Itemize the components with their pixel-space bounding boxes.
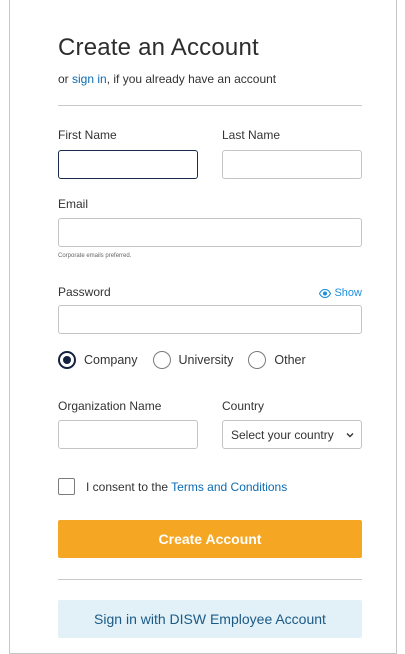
header-divider <box>58 105 362 106</box>
country-select[interactable]: Select your country <box>222 420 362 449</box>
radio-other-label: Other <box>274 353 306 367</box>
consent-checkbox[interactable] <box>58 478 75 495</box>
first-name-input[interactable] <box>58 150 198 179</box>
email-input[interactable] <box>58 218 362 247</box>
signin-prompt: or sign in, if you already have an accou… <box>58 72 276 86</box>
email-hint: Corporate emails preferred. <box>58 253 132 259</box>
radio-company[interactable]: Company <box>58 351 138 369</box>
signin-prompt-prefix: or <box>58 72 73 86</box>
last-name-input[interactable] <box>222 150 362 179</box>
radio-university-label: University <box>178 353 234 367</box>
last-name-label: Last Name <box>222 128 281 142</box>
signup-card: Create an Account or sign in, if you alr… <box>9 0 397 654</box>
employee-signin-button[interactable]: Sign in with DISW Employee Account <box>58 600 362 638</box>
password-input[interactable] <box>58 305 362 334</box>
email-label: Email <box>58 197 89 211</box>
eye-icon <box>319 288 332 298</box>
signin-link[interactable]: sign in <box>72 72 107 86</box>
radio-company-label: Company <box>84 353 138 367</box>
radio-university-indicator[interactable] <box>152 351 171 369</box>
first-name-label: First Name <box>58 128 117 142</box>
organization-name-input[interactable] <box>58 420 198 449</box>
create-account-button[interactable]: Create Account <box>58 520 362 558</box>
country-label: Country <box>222 399 265 413</box>
radio-university[interactable]: University <box>152 351 234 369</box>
organization-name-label: Organization Name <box>58 399 162 413</box>
signin-prompt-suffix: , if you already have an account <box>106 72 277 86</box>
radio-other[interactable]: Other <box>248 351 306 369</box>
chevron-down-icon <box>346 432 354 437</box>
consent-text: I consent to the Terms and Conditions <box>86 480 287 494</box>
page-title: Create an Account <box>58 34 259 61</box>
show-password-toggle[interactable]: Show <box>319 287 362 299</box>
footer-divider <box>58 579 362 580</box>
radio-other-indicator[interactable] <box>248 351 267 369</box>
account-type-radio-group: Company University Other <box>58 349 321 371</box>
radio-company-indicator[interactable] <box>58 351 76 369</box>
consent-text-prefix: I consent to the <box>86 480 172 494</box>
password-label: Password <box>58 285 111 299</box>
show-password-label: Show <box>334 287 362 299</box>
country-select-value: Select your country <box>231 427 334 442</box>
terms-link[interactable]: Terms and Conditions <box>171 480 287 494</box>
